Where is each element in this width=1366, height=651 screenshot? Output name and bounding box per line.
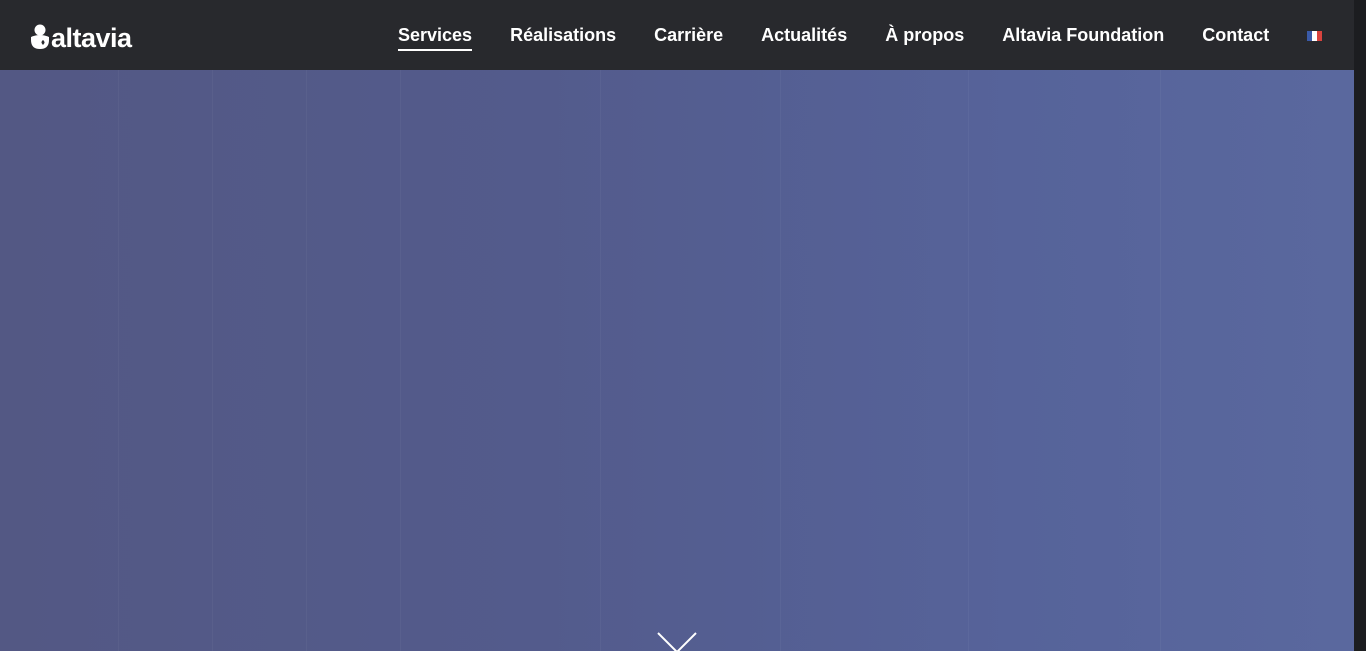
altavia-logo-mark-icon [31, 24, 49, 49]
nav-item-contact[interactable]: Contact [1202, 24, 1269, 46]
nav-item-actualites[interactable]: Actualités [761, 24, 847, 46]
chevron-down-icon[interactable] [657, 632, 697, 651]
nav-item-carriere[interactable]: Carrière [654, 24, 723, 46]
hero-stripe [780, 70, 781, 651]
hero-stripe [400, 70, 401, 651]
hero-stripe [212, 70, 213, 651]
french-flag-icon[interactable] [1307, 30, 1323, 41]
altavia-logo[interactable]: altavia [30, 22, 132, 53]
hero-stripe [600, 70, 601, 651]
logo-text: altavia [51, 23, 132, 53]
nav-item-realisations[interactable]: Réalisations [510, 24, 616, 46]
hero-banner [0, 70, 1354, 651]
nav-item-a-propos[interactable]: À propos [885, 24, 964, 46]
main-nav: Services Réalisations Carrière Actualité… [398, 0, 1323, 70]
nav-item-altavia-foundation[interactable]: Altavia Foundation [1002, 24, 1164, 46]
hero-stripe [968, 70, 969, 651]
hero-stripe [306, 70, 307, 651]
hero-stripe [118, 70, 119, 651]
hero-stripe [1160, 70, 1161, 651]
page-scrollbar[interactable] [1354, 0, 1366, 651]
site-header: altavia Services Réalisations Carrière A… [0, 0, 1354, 70]
page: altavia Services Réalisations Carrière A… [0, 0, 1354, 651]
nav-item-services[interactable]: Services [398, 24, 473, 51]
